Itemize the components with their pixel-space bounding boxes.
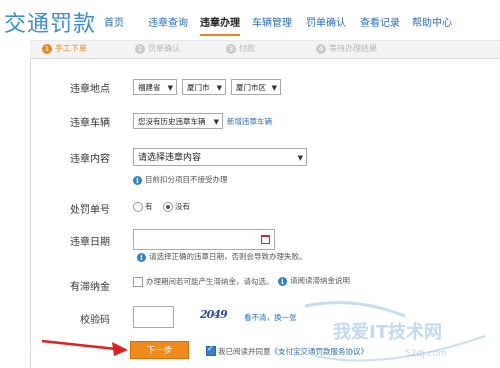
province-value: 福建省 xyxy=(138,83,161,92)
late-fee-text: 办理期间若可能产生滞纳金，请勾选。 xyxy=(146,277,274,286)
city-select[interactable]: 厦门市 ▼ xyxy=(182,79,226,95)
agree-checkbox[interactable] xyxy=(206,344,216,356)
nav-view-records[interactable]: 查看记录 xyxy=(360,14,400,29)
chevron-down-icon: ▼ xyxy=(271,84,277,92)
step-label: 付款 xyxy=(239,44,255,53)
info-icon: i xyxy=(137,252,146,262)
red-arrow-icon xyxy=(41,339,128,356)
nav-ticket-confirm[interactable]: 罚单确认 xyxy=(306,14,346,29)
nav-vehicle-manage[interactable]: 车辆管理 xyxy=(252,14,292,29)
step-label: 罚单确认 xyxy=(148,44,180,53)
site-logo[interactable]: 交通罚款 xyxy=(4,6,96,38)
content-label: 违章内容 xyxy=(70,154,110,165)
late-fee-link-text: 请阅读滞纳金说明 xyxy=(290,276,350,285)
next-step-button[interactable]: 下一步 xyxy=(130,341,189,359)
progress-steps: 1 手工下单 2 罚单确认 3 付款 4 等待办理结果 xyxy=(30,40,500,59)
calendar-icon[interactable] xyxy=(261,235,270,244)
date-hint: i 请选择正确的违章日期，否则会导致办理失败。 xyxy=(137,251,307,262)
captcha-label: 校验码 xyxy=(80,315,110,326)
info-icon: i xyxy=(133,175,142,185)
agree-prefix: 我已阅读并同意 xyxy=(218,347,271,356)
captcha-image[interactable]: 2049 xyxy=(200,308,228,321)
captcha-input[interactable] xyxy=(133,306,174,328)
info-icon: i xyxy=(278,276,287,286)
page-header: 交通罚款 首页 违章查询 违章办理 车辆管理 罚单确认 查看记录 帮助中心 xyxy=(0,0,500,40)
content-value: 请选择违章内容 xyxy=(138,153,202,163)
district-select[interactable]: 厦门市区 ▼ xyxy=(231,79,281,95)
vehicle-select[interactable]: 您没有历史违章车辆 ▼ xyxy=(133,113,223,129)
watermark-text: 我爱IT技术网 xyxy=(333,321,442,343)
location-label: 违章地点 xyxy=(70,84,110,95)
step-label: 等待办理结果 xyxy=(329,44,377,53)
vehicle-value: 您没有历史违章车辆 xyxy=(138,117,206,126)
content-hint-text: 目前扣分项目不接受办理 xyxy=(145,175,228,184)
ticket-no-label: 没有 xyxy=(175,202,190,211)
step-3: 3 付款 xyxy=(226,43,255,57)
city-value: 厦门市 xyxy=(187,83,210,92)
step-4: 4 等待办理结果 xyxy=(316,43,377,57)
late-fee-label: 有滞纳金 xyxy=(70,282,110,293)
date-input[interactable] xyxy=(133,229,275,250)
nav-active-underline xyxy=(200,34,240,36)
nav-violation-handle[interactable]: 违章办理 xyxy=(200,14,240,29)
step-number: 2 xyxy=(135,43,145,54)
step-number: 3 xyxy=(226,43,236,54)
step-2: 2 罚单确认 xyxy=(135,43,180,57)
content-select[interactable]: 请选择违章内容 ▼ xyxy=(133,148,307,166)
late-fee-info-link[interactable]: i 请阅读滞纳金说明 xyxy=(278,275,350,286)
ticket-yes-radio[interactable] xyxy=(133,202,143,212)
date-label: 违章日期 xyxy=(70,237,110,248)
district-value: 厦门市区 xyxy=(236,83,266,92)
watermark-domain: 52itj.com xyxy=(405,349,447,359)
step-label: 手工下单 xyxy=(55,44,87,53)
step-number: 1 xyxy=(42,43,52,54)
ticket-yes-label: 有 xyxy=(145,202,153,211)
step-number: 4 xyxy=(316,43,326,54)
chevron-down-icon: ▼ xyxy=(297,154,303,162)
chevron-down-icon: ▼ xyxy=(216,84,222,92)
step-1: 1 手工下单 xyxy=(42,43,87,57)
vehicle-label: 违章车辆 xyxy=(70,118,110,129)
ticket-label: 处罚单号 xyxy=(70,205,110,216)
late-fee-checkbox[interactable] xyxy=(133,277,143,287)
add-vehicle-link[interactable]: 新增违章车辆 xyxy=(227,116,272,127)
nav-home[interactable]: 首页 xyxy=(104,14,124,29)
chevron-down-icon: ▼ xyxy=(213,118,219,126)
date-hint-text: 请选择正确的违章日期，否则会导致办理失败。 xyxy=(149,252,307,261)
ticket-no-radio[interactable] xyxy=(163,202,173,212)
province-select[interactable]: 福建省 ▼ xyxy=(133,79,177,95)
content-hint: i 目前扣分项目不接受办理 xyxy=(133,174,228,185)
watermark-logo: 我爱IT技术网 52itj.com xyxy=(304,301,486,362)
nav-violation-query[interactable]: 违章查询 xyxy=(148,14,188,29)
nav-help-center[interactable]: 帮助中心 xyxy=(412,14,452,29)
chevron-down-icon: ▼ xyxy=(167,84,173,92)
